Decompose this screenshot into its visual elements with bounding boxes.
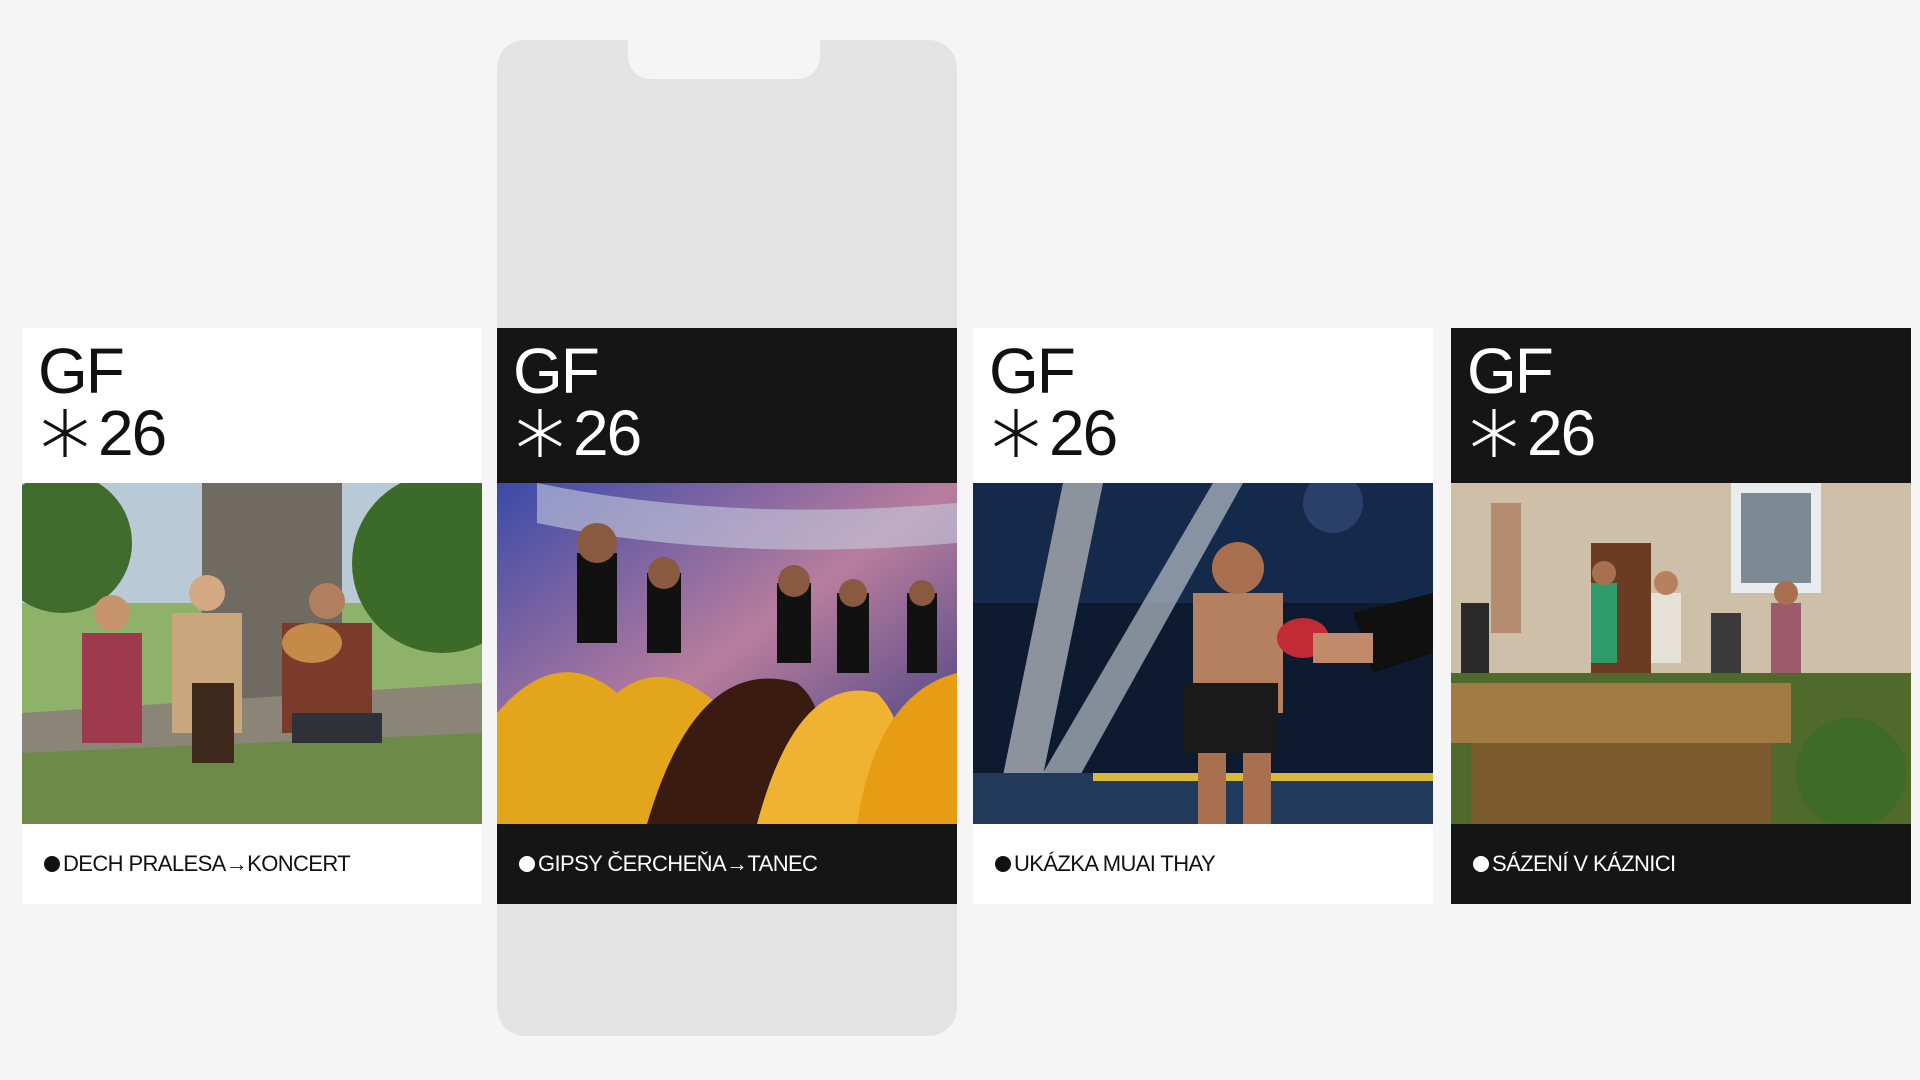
caption-text: SÁZENÍ V KÁZNICI <box>1492 851 1676 876</box>
event-caption: UKÁZKA MUAI THAY <box>973 824 1433 904</box>
logo-number: 26 <box>98 397 167 469</box>
festival-logo: GF 26 <box>38 335 482 469</box>
logo-number: 26 <box>573 397 642 469</box>
caption-text: GIPSY ČERCHEŇA→TANEC <box>538 851 818 876</box>
asterisk-icon <box>994 409 1038 457</box>
dot-icon <box>519 856 535 872</box>
logo-text: GF <box>38 335 125 407</box>
gardening-photo <box>1451 483 1911 824</box>
event-caption: DECH PRALESA→KONCERT <box>22 824 482 904</box>
caption-text: DECH PRALESA→KONCERT <box>63 851 351 876</box>
asterisk-icon <box>1472 409 1516 457</box>
event-card-2[interactable]: GF 26 GIPSY ČERCHEŇA→TANEC <box>497 328 957 904</box>
phone-notch <box>628 40 820 79</box>
logo-number: 26 <box>1049 397 1118 469</box>
event-card-1[interactable]: GF 26 DECH PRALESA→KONCERT <box>22 328 482 904</box>
boxing-photo <box>973 483 1433 824</box>
dot-icon <box>44 856 60 872</box>
card-header: GF 26 <box>1451 328 1911 483</box>
card-header: GF 26 <box>22 328 482 483</box>
dancers-photo <box>497 483 957 824</box>
logo-text: GF <box>1467 335 1554 407</box>
musicians-photo <box>22 483 482 824</box>
logo-text: GF <box>989 335 1076 407</box>
caption-text: UKÁZKA MUAI THAY <box>1014 851 1216 876</box>
dot-icon <box>1473 856 1489 872</box>
asterisk-icon <box>43 409 87 457</box>
festival-logo: GF 26 <box>989 335 1433 469</box>
event-caption: GIPSY ČERCHEŇA→TANEC <box>497 824 957 904</box>
logo-number: 26 <box>1527 397 1596 469</box>
festival-logo: GF 26 <box>513 335 957 469</box>
asterisk-icon <box>518 409 562 457</box>
event-card-3[interactable]: GF 26 UKÁZKA MUAI THAY <box>973 328 1433 904</box>
card-header: GF 26 <box>497 328 957 483</box>
festival-logo: GF 26 <box>1467 335 1911 469</box>
card-header: GF 26 <box>973 328 1433 483</box>
logo-text: GF <box>513 335 600 407</box>
event-caption: SÁZENÍ V KÁZNICI <box>1451 824 1911 904</box>
event-card-4[interactable]: GF 26 SÁZENÍ V KÁZNICI <box>1451 328 1911 904</box>
dot-icon <box>995 856 1011 872</box>
